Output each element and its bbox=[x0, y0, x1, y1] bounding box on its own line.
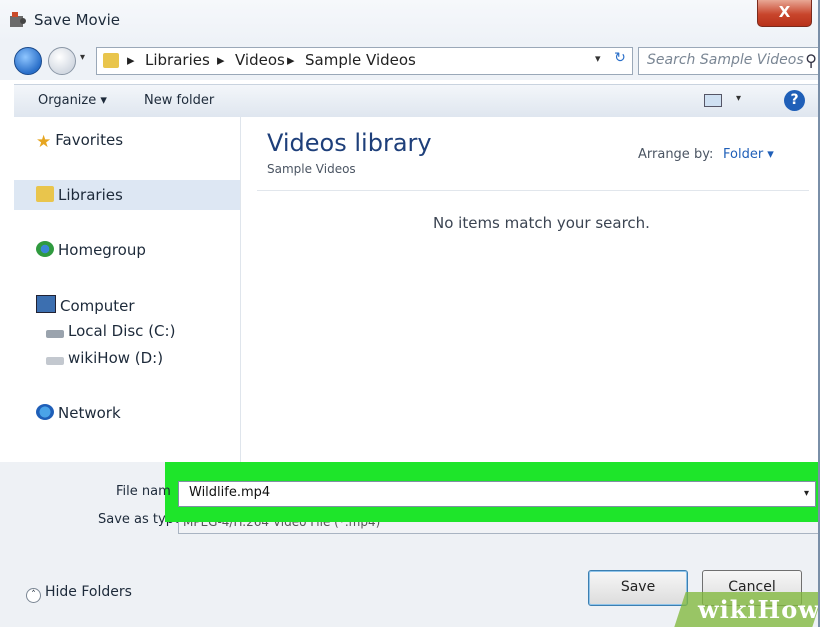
change-view-icon[interactable] bbox=[704, 94, 722, 107]
save-button[interactable]: Save bbox=[588, 570, 688, 606]
arrange-by-label: Arrange by: bbox=[638, 147, 714, 162]
nav-item-network[interactable]: Network bbox=[36, 404, 121, 422]
libraries-icon bbox=[36, 186, 54, 202]
organize-menu[interactable]: Organize ▾ bbox=[38, 93, 107, 108]
divider bbox=[257, 190, 809, 191]
arrange-by-dropdown[interactable]: Folder ▾ bbox=[723, 147, 774, 162]
nav-item-label: Computer bbox=[60, 297, 135, 315]
save-movie-dialog: Save Movie X ▾ ▸ Libraries ▸ Videos ▸ Sa… bbox=[0, 0, 820, 627]
command-bar: Organize ▾ New folder ▾ ? bbox=[14, 84, 818, 118]
nav-item-label: Homegroup bbox=[58, 241, 146, 259]
nav-item-wikihow-drive[interactable]: wikiHow (D:) bbox=[46, 349, 163, 367]
file-list-pane[interactable]: Videos library Sample Videos Arrange by:… bbox=[241, 117, 818, 462]
file-name-label: File nam bbox=[116, 484, 171, 499]
refresh-icon[interactable]: ↻ bbox=[611, 50, 629, 70]
back-button[interactable] bbox=[14, 47, 42, 75]
nav-item-favorites[interactable]: ★ Favorites bbox=[36, 131, 124, 152]
star-icon: ★ bbox=[36, 132, 52, 152]
drive-icon bbox=[46, 357, 64, 365]
nav-item-label: wikiHow (D:) bbox=[68, 349, 164, 367]
address-bar[interactable]: ▸ Libraries ▸ Videos ▸ Sample Videos ▾ ↻ bbox=[96, 47, 633, 75]
recent-pages-dropdown-icon[interactable]: ▾ bbox=[80, 52, 85, 63]
network-icon bbox=[36, 404, 54, 420]
breadcrumb-libraries[interactable]: Libraries bbox=[145, 51, 210, 69]
window-title: Save Movie bbox=[34, 11, 120, 29]
new-folder-button[interactable]: New folder bbox=[144, 93, 214, 108]
file-name-input[interactable]: Wildlife.mp4 ▾ bbox=[178, 481, 816, 507]
collapse-icon: ˄ bbox=[26, 588, 41, 603]
library-title: Videos library bbox=[267, 129, 432, 157]
help-button[interactable]: ? bbox=[784, 90, 805, 111]
navigation-pane: ★ Favorites Libraries Homegroup Computer … bbox=[14, 117, 241, 462]
file-name-value: Wildlife.mp4 bbox=[189, 485, 271, 500]
nav-item-homegroup[interactable]: Homegroup bbox=[36, 241, 146, 259]
nav-item-computer[interactable]: Computer bbox=[36, 295, 135, 315]
nav-item-label: Local Disc (C:) bbox=[68, 322, 176, 340]
search-box[interactable]: Search Sample Videos ⚲ bbox=[638, 47, 818, 75]
breadcrumb-videos[interactable]: Videos bbox=[235, 51, 285, 69]
breadcrumb-separator: ▸ bbox=[127, 51, 135, 69]
title-bar: Save Movie X bbox=[0, 0, 818, 42]
nav-item-local-disc[interactable]: Local Disc (C:) bbox=[46, 322, 175, 340]
forward-button[interactable] bbox=[48, 47, 76, 75]
homegroup-icon bbox=[36, 241, 54, 257]
address-dropdown-icon[interactable]: ▾ bbox=[595, 52, 601, 65]
library-subtitle: Sample Videos bbox=[267, 162, 356, 176]
nav-item-libraries[interactable]: Libraries bbox=[36, 186, 123, 204]
wikihow-logo-text: wikiHow bbox=[698, 595, 820, 624]
search-input[interactable]: Search Sample Videos bbox=[647, 52, 804, 68]
nav-item-label: Favorites bbox=[55, 131, 124, 149]
empty-message: No items match your search. bbox=[433, 214, 650, 232]
breadcrumb-sample-videos[interactable]: Sample Videos bbox=[305, 51, 416, 69]
address-row: ▾ ▸ Libraries ▸ Videos ▸ Sample Videos ▾… bbox=[0, 42, 818, 80]
breadcrumb-separator: ▸ bbox=[217, 51, 225, 69]
computer-icon bbox=[36, 295, 56, 313]
drive-icon bbox=[46, 330, 64, 338]
hide-folders-label: Hide Folders bbox=[45, 584, 132, 600]
search-icon[interactable]: ⚲ bbox=[805, 51, 817, 70]
file-name-dropdown-icon[interactable]: ▾ bbox=[804, 488, 809, 499]
folder-icon bbox=[103, 53, 119, 68]
breadcrumb-separator: ▸ bbox=[287, 51, 295, 69]
hide-folders-button[interactable]: ˄ Hide Folders bbox=[26, 584, 132, 603]
nav-item-label: Libraries bbox=[58, 186, 123, 204]
app-icon bbox=[10, 12, 26, 27]
close-button[interactable]: X bbox=[757, 0, 812, 27]
nav-item-label: Network bbox=[58, 404, 121, 422]
view-options-dropdown-icon[interactable]: ▾ bbox=[736, 93, 741, 104]
